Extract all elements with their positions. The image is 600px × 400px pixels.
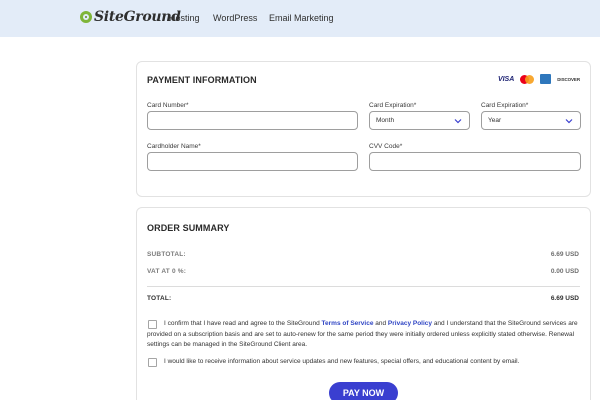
- chevron-down-icon: [454, 118, 462, 123]
- cvv-code-input[interactable]: [369, 152, 581, 171]
- subtotal-label: SUBTOTAL:: [147, 251, 186, 258]
- amex-icon: [540, 74, 552, 84]
- card-expiration-year-label: Card Expiration*: [481, 102, 529, 109]
- cvv-code-label: CVV Code*: [369, 143, 403, 150]
- card-expiration-month-label: Card Expiration*: [369, 102, 417, 109]
- payment-title: PAYMENT INFORMATION: [147, 75, 257, 85]
- marketing-consent-text: I would like to receive information abou…: [164, 358, 520, 365]
- expiration-year-select[interactable]: Year: [481, 111, 581, 130]
- chevron-down-icon: [565, 118, 573, 123]
- siteground-logo[interactable]: SiteGround: [80, 8, 181, 26]
- order-summary-card: ORDER SUMMARY SUBTOTAL: 6.69 USD VAT AT …: [136, 207, 591, 400]
- nav-wordpress[interactable]: WordPress: [213, 13, 257, 23]
- discover-icon: DISCOVER: [557, 76, 580, 82]
- expiration-year-value: Year: [488, 117, 502, 124]
- subtotal-value: 6.69 USD: [550, 251, 579, 258]
- card-number-label: Card Number*: [147, 102, 189, 109]
- vat-value: 0.00 USD: [550, 268, 579, 275]
- summary-divider: [147, 286, 580, 287]
- vat-label: VAT AT 0 %:: [147, 268, 187, 275]
- terms-consent-text: I confirm that I have read and agree to …: [147, 320, 578, 348]
- terms-of-service-link[interactable]: Terms of Service: [322, 320, 374, 327]
- order-summary-title: ORDER SUMMARY: [147, 223, 230, 233]
- cardholder-name-label: Cardholder Name*: [147, 143, 201, 150]
- visa-icon: VISA: [497, 75, 515, 83]
- top-bar: SiteGround Hosting WordPress Email Marke…: [0, 0, 600, 37]
- accepted-cards: VISA DISCOVER: [498, 74, 580, 84]
- siteground-logo-icon: [80, 11, 92, 23]
- nav-hosting[interactable]: Hosting: [169, 13, 200, 23]
- privacy-policy-link[interactable]: Privacy Policy: [388, 320, 432, 327]
- mastercard-icon: [520, 74, 535, 84]
- card-number-input[interactable]: [147, 111, 358, 130]
- expiration-month-select[interactable]: Month: [369, 111, 470, 130]
- brand-name: SiteGround: [94, 9, 181, 25]
- payment-information-card: PAYMENT INFORMATION VISA DISCOVER Card N…: [136, 61, 591, 197]
- cardholder-name-input[interactable]: [147, 152, 358, 171]
- pay-now-button[interactable]: PAY NOW: [329, 382, 398, 400]
- total-value: 6.69 USD: [550, 295, 579, 302]
- nav-email-marketing[interactable]: Email Marketing: [269, 13, 334, 23]
- expiration-month-value: Month: [376, 117, 395, 124]
- total-label: TOTAL:: [147, 295, 172, 302]
